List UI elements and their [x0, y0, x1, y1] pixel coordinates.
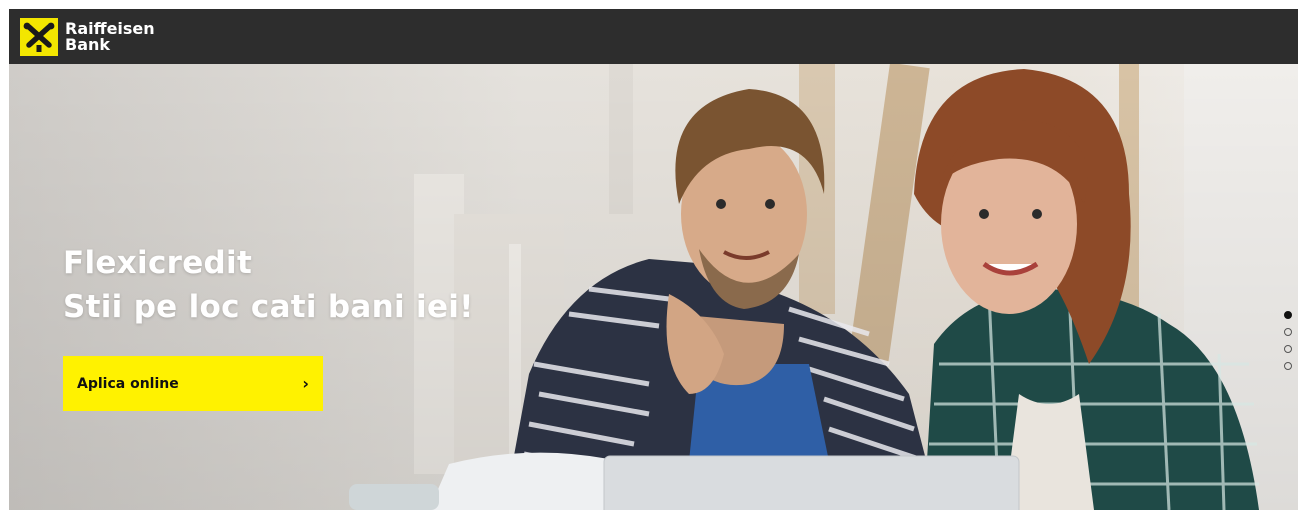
- carousel-indicators: [1284, 311, 1292, 379]
- gable-cross-horses-icon: [20, 18, 58, 56]
- logo-text: Raiffeisen Bank: [65, 21, 155, 53]
- hero-headline: Flexicredit Stii pe loc cati bani iei!: [63, 241, 474, 329]
- raiffeisen-logo[interactable]: Raiffeisen Bank: [20, 18, 155, 56]
- carousel-dot[interactable]: [1284, 362, 1292, 370]
- page-frame: Raiffeisen Bank Flexicredit Stii pe loc …: [9, 9, 1298, 510]
- apply-online-label: Aplica online: [77, 375, 179, 392]
- carousel-dot[interactable]: [1284, 345, 1292, 353]
- hero-title: Flexicredit: [63, 245, 253, 281]
- top-bar: Raiffeisen Bank: [9, 9, 1298, 64]
- hero-subtitle: Stii pe loc cati bani iei!: [63, 289, 474, 325]
- carousel-dot[interactable]: [1284, 311, 1292, 319]
- apply-online-button[interactable]: Aplica online ›: [63, 356, 323, 411]
- hero-banner: Flexicredit Stii pe loc cati bani iei! A…: [9, 64, 1298, 510]
- carousel-dot[interactable]: [1284, 328, 1292, 336]
- chevron-right-icon: ›: [302, 374, 309, 393]
- logo-line2: Bank: [65, 35, 111, 54]
